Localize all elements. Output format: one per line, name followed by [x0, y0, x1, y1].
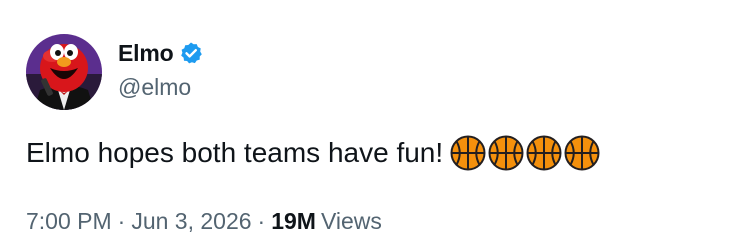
basketball-icon [450, 135, 486, 171]
separator-dot: · [257, 208, 266, 234]
views-count: 19M [271, 208, 316, 234]
basketball-icon [564, 135, 600, 171]
author-block: Elmo @elmo [118, 40, 203, 101]
basketball-icon [526, 135, 562, 171]
handle[interactable]: @elmo [118, 74, 203, 101]
tweet-meta: 7:00 PM · Jun 3, 2026 · 19M Views [26, 208, 382, 235]
separator-dot: · [117, 208, 126, 234]
emoji-row [450, 135, 600, 171]
display-name[interactable]: Elmo [118, 40, 174, 67]
basketball-icon [488, 135, 524, 171]
views-label: Views [320, 208, 382, 234]
avatar[interactable] [26, 34, 102, 110]
verified-badge-icon [179, 41, 203, 65]
tweet-card: Elmo @elmo Elmo hopes both teams have fu… [0, 0, 740, 250]
timestamp-time[interactable]: 7:00 PM [26, 208, 112, 235]
tweet-body: Elmo hopes both teams have fun! [26, 137, 444, 168]
timestamp-date[interactable]: Jun 3, 2026 [131, 208, 251, 235]
elmo-avatar-icon [26, 34, 102, 110]
tweet-text: Elmo hopes both teams have fun! [26, 135, 600, 171]
